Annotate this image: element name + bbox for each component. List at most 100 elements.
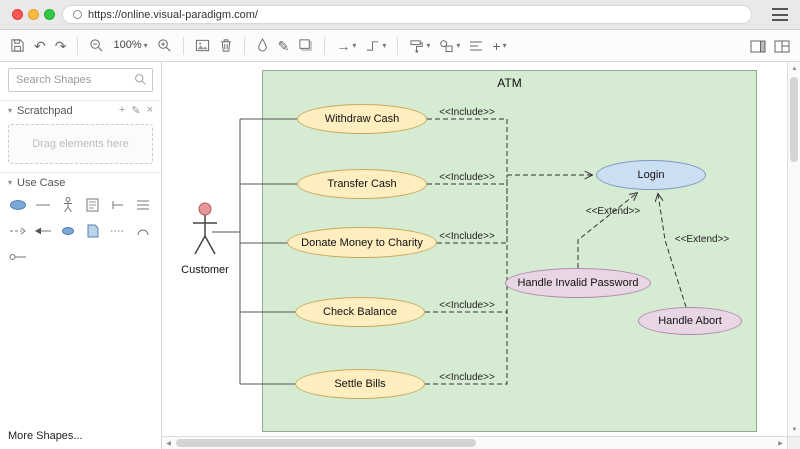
zoom-out-icon[interactable] — [89, 38, 104, 53]
include-label[interactable]: <<Include>> — [435, 107, 499, 118]
window-close-icon[interactable] — [12, 9, 23, 20]
scrollbar-corner — [787, 436, 800, 449]
actor-shape-icon[interactable] — [56, 196, 81, 214]
layers-panel-icon[interactable] — [774, 40, 790, 53]
align-icon[interactable] — [469, 40, 483, 52]
scroll-left-icon[interactable]: ◀ — [162, 437, 175, 449]
chevron-down-icon: ▾ — [8, 106, 12, 115]
search-icon[interactable] — [134, 73, 147, 91]
save-icon[interactable] — [10, 38, 25, 53]
chevron-down-icon: ▾ — [456, 42, 460, 50]
include-connector[interactable] — [427, 119, 507, 175]
usecase-transfer-cash[interactable]: Transfer Cash — [297, 169, 427, 199]
zoom-level-dropdown[interactable]: 100% ▾ — [113, 40, 147, 51]
constraint-shape-icon[interactable] — [105, 196, 130, 214]
list-shape-icon[interactable] — [130, 196, 155, 214]
chevron-down-icon: ▾ — [503, 42, 507, 50]
include-connectors[interactable] — [425, 119, 592, 384]
usecase-handle-invalid-password[interactable]: Handle Invalid Password — [505, 268, 651, 298]
dotted-line-shape-icon[interactable] — [105, 222, 130, 240]
document-shape-icon[interactable] — [81, 222, 106, 240]
undo-icon[interactable]: ↶ — [34, 39, 46, 53]
use-case-section-title: Use Case — [17, 177, 65, 189]
line-style-icon[interactable]: ✎ — [278, 39, 290, 53]
site-info-icon[interactable] — [73, 10, 82, 19]
scratchpad-edit-icon[interactable]: ✎ — [131, 104, 140, 117]
extend-connector[interactable] — [578, 193, 637, 268]
chevron-down-icon: ▾ — [352, 42, 356, 50]
horizontal-scrollbar[interactable]: ◀ ▶ — [162, 436, 787, 449]
paint-format-icon[interactable]: ▾ — [409, 39, 430, 53]
scratchpad-dropzone[interactable]: Drag elements here — [8, 124, 153, 164]
horizontal-scroll-thumb[interactable] — [176, 439, 476, 447]
generalization-arrow-shape-icon[interactable] — [31, 222, 56, 240]
association-shape-icon[interactable] — [6, 248, 31, 266]
include-label[interactable]: <<Include>> — [435, 372, 499, 383]
chevron-down-icon: ▾ — [8, 178, 12, 187]
include-label[interactable]: <<Include>> — [435, 172, 499, 183]
arrow-style-icon[interactable]: →▾ — [336, 39, 356, 53]
delete-icon[interactable] — [219, 38, 233, 53]
shapes-sidebar: ▾ Scratchpad + ✎ × Drag elements here ▾ … — [0, 62, 162, 449]
use-case-section-header[interactable]: ▾ Use Case — [0, 172, 161, 192]
more-shapes-link[interactable]: More Shapes... — [8, 430, 83, 442]
actor-label: Customer — [172, 264, 238, 276]
line-shape-icon[interactable] — [31, 196, 56, 214]
note-shape-icon[interactable] — [81, 196, 106, 214]
shape-library-icon[interactable]: ▾ — [439, 39, 460, 53]
include-label[interactable]: <<Include>> — [435, 231, 499, 242]
insert-image-icon[interactable] — [195, 38, 210, 53]
usecase-settle-bills[interactable]: Settle Bills — [295, 369, 425, 399]
url-text: https://online.visual-paradigm.com/ — [88, 9, 258, 21]
chevron-down-icon: ▾ — [426, 42, 430, 50]
actor-figure-icon — [192, 202, 218, 260]
toolbar-separator — [324, 37, 325, 55]
toolbar: ↶ ↷ 100% ▾ ✎ →▾ ▾ — [0, 30, 800, 62]
scroll-up-icon[interactable]: ▲ — [788, 62, 800, 75]
format-panel-icon[interactable] — [750, 40, 766, 53]
scratchpad-tools: + ✎ × — [119, 104, 153, 117]
extend-label[interactable]: <<Extend>> — [670, 234, 734, 245]
zoom-in-icon[interactable] — [157, 38, 172, 53]
scratchpad-close-icon[interactable]: × — [147, 104, 153, 117]
browser-chrome: https://online.visual-paradigm.com/ — [0, 0, 800, 30]
fill-color-icon[interactable] — [256, 38, 269, 53]
include-label[interactable]: <<Include>> — [435, 300, 499, 311]
scratchpad-header[interactable]: ▾ Scratchpad + ✎ × — [0, 100, 161, 120]
add-shape-icon[interactable]: +▾ — [492, 39, 506, 53]
zoom-level-value: 100% — [113, 40, 141, 51]
connector-style-icon[interactable]: ▾ — [365, 39, 386, 52]
chevron-down-icon: ▾ — [382, 42, 386, 50]
scratchpad-title: Scratchpad — [17, 105, 73, 117]
menu-icon[interactable] — [772, 8, 788, 21]
scroll-right-icon[interactable]: ▶ — [774, 437, 787, 449]
diagram-canvas[interactable]: ATM — [162, 62, 800, 449]
usecase-handle-abort[interactable]: Handle Abort — [638, 307, 742, 335]
browser-window: https://online.visual-paradigm.com/ ↶ ↷ … — [0, 0, 800, 449]
panel-toggles — [750, 30, 790, 62]
usecase-check-balance[interactable]: Check Balance — [295, 297, 425, 327]
shape-style-icon[interactable] — [298, 38, 313, 53]
redo-icon[interactable]: ↷ — [55, 39, 67, 53]
actor-association-lines[interactable] — [212, 119, 297, 384]
usecase-withdraw-cash[interactable]: Withdraw Cash — [297, 104, 427, 134]
actor-customer[interactable]: Customer — [192, 202, 218, 280]
arc-shape-icon[interactable] — [130, 222, 155, 240]
vertical-scroll-thumb[interactable] — [790, 77, 798, 162]
usecase-login[interactable]: Login — [596, 160, 706, 190]
scroll-down-icon[interactable]: ▼ — [788, 423, 800, 436]
extend-connector[interactable] — [658, 194, 686, 307]
vertical-scrollbar[interactable]: ▲ ▼ — [787, 62, 800, 436]
search-input[interactable] — [8, 68, 153, 92]
small-oval-shape-icon[interactable] — [56, 222, 81, 240]
usecase-donate-money[interactable]: Donate Money to Charity — [287, 227, 437, 258]
shape-search — [8, 68, 153, 92]
usecase-oval-shape-icon[interactable] — [6, 196, 31, 214]
extend-label[interactable]: <<Extend>> — [578, 206, 648, 217]
scratchpad-add-icon[interactable]: + — [119, 104, 125, 117]
window-zoom-icon[interactable] — [44, 9, 55, 20]
url-bar[interactable]: https://online.visual-paradigm.com/ — [62, 5, 752, 24]
window-minimize-icon[interactable] — [28, 9, 39, 20]
dashed-arrow-shape-icon[interactable] — [6, 222, 31, 240]
include-connector[interactable] — [425, 175, 507, 384]
